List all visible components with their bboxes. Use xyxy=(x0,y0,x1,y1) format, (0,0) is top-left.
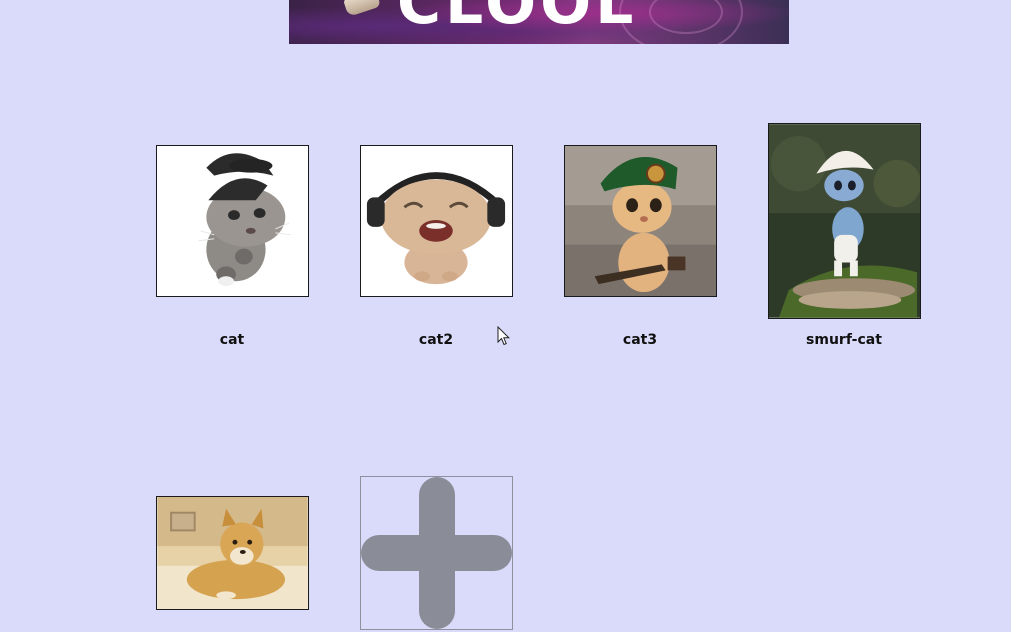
gallery-item-label: cat3 xyxy=(622,332,658,348)
gallery-item-cat3-image[interactable] xyxy=(564,145,717,297)
plus-icon-bar xyxy=(361,535,512,571)
cat-photo xyxy=(157,146,308,296)
banner-logo-art xyxy=(343,0,381,17)
cat2-photo xyxy=(361,146,512,296)
cat3-photo xyxy=(565,146,716,296)
gallery-item-doge-image[interactable] xyxy=(156,496,309,610)
mouse-cursor-icon xyxy=(497,326,511,346)
gallery-item-cat-image[interactable] xyxy=(156,145,309,297)
add-item-button[interactable] xyxy=(360,476,513,630)
gallery-item-label: smurf-cat xyxy=(806,332,882,348)
doge-photo xyxy=(157,497,308,609)
gallery-item-smurf-cat-image[interactable] xyxy=(768,123,921,319)
banner-title: CLOOL xyxy=(397,0,638,38)
gallery-item-label: cat xyxy=(219,332,245,348)
gallery-item-label: cat2 xyxy=(418,332,454,348)
header-banner: CLOOL xyxy=(289,0,789,44)
smurf-cat-photo xyxy=(769,124,920,318)
gallery-item-cat2-image[interactable] xyxy=(360,145,513,297)
